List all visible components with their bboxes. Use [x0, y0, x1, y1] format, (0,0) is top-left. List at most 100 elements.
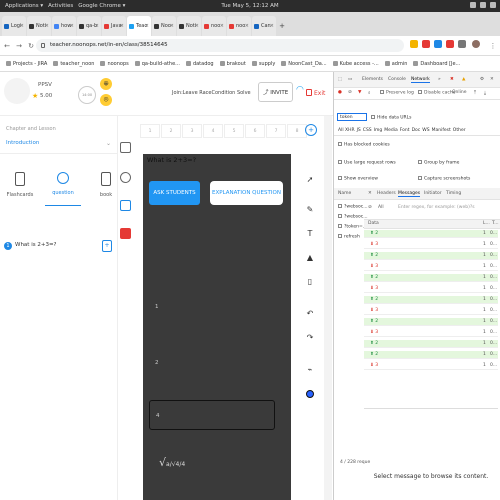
devtools-settings-icon[interactable]: ⚙ [480, 77, 484, 82]
close-detail-icon[interactable]: ✕ [368, 191, 372, 196]
tab-close-icon[interactable]: × [45, 23, 49, 29]
cursor-icon[interactable]: ➚ [304, 174, 316, 186]
slide-thumb[interactable]: 3 [182, 124, 202, 138]
filter-type-list[interactable]: XHR JS CSS Img Media Font Doc WS Manifest Other [345, 128, 468, 133]
browser-tab[interactable]: Noti × [27, 16, 51, 36]
bookmark-item[interactable]: NoonCast_Da... [281, 61, 327, 67]
attach-icon[interactable]: ⌁ [304, 364, 316, 376]
lock-icon[interactable] [41, 43, 45, 48]
clear-icon[interactable]: ⊘ [348, 90, 352, 95]
overview-checkbox[interactable]: Show overview [338, 176, 378, 182]
tab-close-icon[interactable]: × [245, 23, 249, 29]
browser-tab[interactable]: noo × [202, 16, 226, 36]
upload-icon[interactable]: ⤒ [474, 90, 476, 96]
page-scrollbar[interactable] [324, 116, 332, 500]
bookmark-item[interactable]: Projects - JIRA [6, 61, 47, 67]
error-count-icon[interactable]: ✖ [450, 77, 454, 82]
network-icon[interactable] [470, 2, 476, 8]
extension-icon-red[interactable] [422, 40, 430, 48]
message-row[interactable]: ⬇ 3 1 0... [364, 263, 498, 271]
filter-type-chip[interactable]: JS [357, 128, 361, 133]
message-row[interactable]: ⬇ 3 1 0... [364, 329, 498, 337]
message-filter-select[interactable]: All [378, 205, 384, 210]
message-row[interactable]: ⬆ 2 1 0... [364, 351, 498, 359]
answer-option-1[interactable]: 1 [149, 292, 275, 322]
browser-tab[interactable]: Noo × [152, 16, 176, 36]
device-icon[interactable]: ▭ [348, 77, 352, 82]
slide-thumb[interactable]: 2 [161, 124, 181, 138]
clock[interactable]: Tue May 5, 12:12 AM [0, 3, 500, 9]
clear-messages-icon[interactable]: ⊘ [368, 205, 372, 210]
filter-type-chip[interactable]: CSS [363, 128, 372, 133]
filter-type-chip[interactable]: WS [422, 128, 429, 133]
filter-icon[interactable]: ▼ [358, 90, 361, 95]
request-row[interactable]: ?websoc... [338, 204, 368, 210]
inspect-icon[interactable]: ⬚ [338, 77, 342, 82]
message-row[interactable]: ⬆ 2 1 0... [364, 318, 498, 326]
browser-tab[interactable]: qa-b × [77, 16, 101, 36]
bookmark-item[interactable]: Dashboard [Je... [413, 61, 460, 67]
tab-close-icon[interactable]: × [95, 23, 99, 29]
slide-thumb[interactable]: 4 [203, 124, 223, 138]
throttle-select[interactable]: Online [452, 90, 467, 95]
system-tray[interactable] [470, 2, 496, 8]
group-frame-checkbox[interactable]: Group by frame [418, 160, 459, 166]
tab-timing[interactable]: Timing [446, 191, 461, 196]
tab-elements[interactable]: Elements [362, 77, 383, 82]
tab-close-icon[interactable]: × [145, 23, 149, 29]
filter-type-chip[interactable]: Doc [412, 128, 421, 133]
slide-thumb[interactable]: 8 [287, 124, 307, 138]
color-picker-icon[interactable] [306, 390, 314, 398]
question-list-item[interactable]: 1 What is 2+3=? + [4, 236, 114, 258]
happy-emoji-icon[interactable]: 😀 [100, 78, 112, 90]
bookmark-item[interactable]: admin [384, 61, 407, 67]
message-row[interactable]: ⬆ 2 1 0... [364, 296, 498, 304]
exit-button[interactable]: Exit [314, 90, 325, 97]
tab-close-icon[interactable]: × [270, 23, 274, 29]
filter-type-chip[interactable]: Media [384, 128, 398, 133]
filter-type-chip[interactable]: Manifest [432, 128, 451, 133]
preserve-log-checkbox[interactable]: Preserve log [380, 90, 414, 96]
filter-type-chip[interactable]: Other [453, 128, 466, 133]
hide-data-urls-checkbox[interactable]: Hide data URLs [371, 115, 412, 121]
message-row[interactable]: ⬆ 2 1 0... [364, 340, 498, 348]
more-tabs-icon[interactable]: » [438, 77, 441, 82]
browser-tab[interactable]: Noti × [177, 16, 201, 36]
url-field[interactable]: teacher.noonops.net/in-en/class/38514645 [36, 39, 404, 52]
tab-close-icon[interactable]: × [70, 23, 74, 29]
bookmark-item[interactable]: Kube access -... [332, 61, 379, 67]
pen-icon[interactable]: ✎ [304, 204, 316, 216]
profile-avatar[interactable] [472, 40, 480, 48]
large-rows-checkbox[interactable]: Use large request rows [338, 160, 396, 166]
eraser-icon[interactable]: ▯ [304, 276, 316, 288]
tab-question[interactable]: question [45, 166, 81, 206]
browser-tab[interactable]: Java × [102, 16, 126, 36]
extension-icon-red-2[interactable] [446, 40, 454, 48]
hand-raise-icon[interactable] [120, 200, 131, 211]
neutral-emoji-icon[interactable]: 😐 [100, 94, 112, 106]
tab-messages[interactable]: Messages [398, 191, 421, 197]
filter-type-chip[interactable]: Font [400, 128, 410, 133]
redo-icon[interactable]: ↷ [304, 332, 316, 344]
forward-icon[interactable]: → [14, 42, 24, 50]
message-row[interactable]: ⬆ 2 1 0... [364, 230, 498, 238]
message-row[interactable]: ⬇ 3 1 0... [364, 362, 498, 370]
browser-tab[interactable]: how × [52, 16, 76, 36]
tab-close-icon[interactable]: × [20, 23, 24, 29]
message-row[interactable]: ⬇ 3 1 0... [364, 285, 498, 293]
highlighter-icon[interactable]: ▲ [304, 252, 316, 264]
message-row[interactable]: ⬆ 2 1 0... [364, 252, 498, 260]
filter-type-chip[interactable]: XHR [345, 128, 355, 133]
exit-icon[interactable] [306, 89, 312, 96]
record-icon[interactable] [120, 228, 131, 239]
bookmark-item[interactable]: noonops [100, 61, 129, 67]
answer-option-2[interactable]: 2 [149, 348, 275, 378]
bookmark-item[interactable]: datadog [185, 61, 214, 67]
text-icon[interactable]: T [304, 228, 316, 240]
students-icon[interactable] [120, 172, 131, 183]
browser-tab[interactable]: Logi × [2, 16, 26, 36]
filter-type-chip[interactable]: Img [374, 128, 383, 133]
slide-thumb[interactable]: 7 [266, 124, 286, 138]
tab-network[interactable]: Network [411, 77, 430, 83]
chapter-select[interactable]: Introduction [6, 140, 39, 146]
